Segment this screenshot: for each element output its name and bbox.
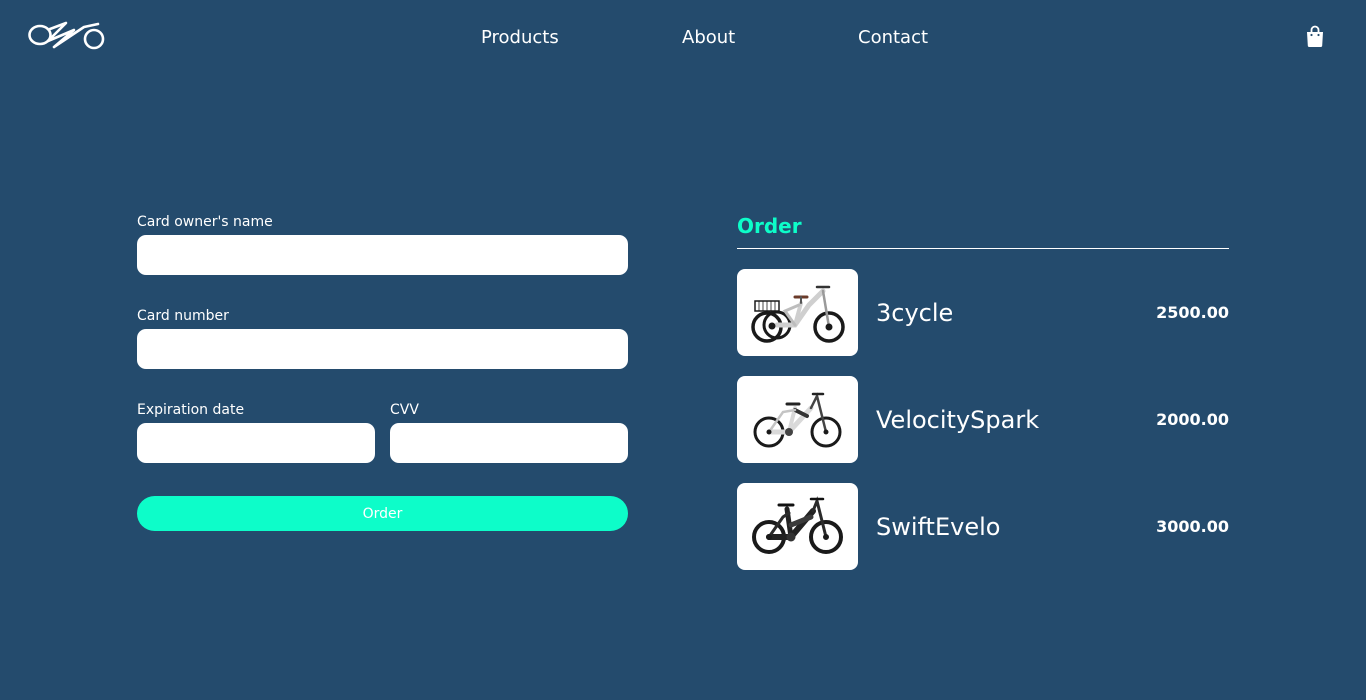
shopping-bag-icon[interactable]	[1305, 25, 1325, 47]
item-price: 2000.00	[1156, 410, 1229, 429]
expiration-date-input[interactable]	[137, 423, 375, 463]
white-ebike-icon	[737, 376, 858, 463]
order-item: 3cycle 2500.00	[737, 269, 1229, 356]
item-price: 2500.00	[1156, 303, 1229, 322]
cvv-label: CVV	[390, 402, 419, 418]
bike-logo-icon[interactable]	[28, 18, 106, 52]
order-title: Order	[737, 214, 802, 238]
nav-products-link[interactable]: Products	[481, 27, 559, 49]
order-item: VelocitySpark 2000.00	[737, 376, 1229, 463]
card-number-input[interactable]	[137, 329, 628, 369]
card-owner-input[interactable]	[137, 235, 628, 275]
item-name: 3cycle	[876, 299, 954, 327]
item-price: 3000.00	[1156, 517, 1229, 536]
order-button[interactable]: Order	[137, 496, 628, 531]
cvv-input[interactable]	[390, 423, 628, 463]
order-item: SwiftEvelo 3000.00	[737, 483, 1229, 570]
expiration-date-label: Expiration date	[137, 402, 245, 418]
tricycle-icon	[737, 269, 858, 356]
black-ebike-icon	[737, 483, 858, 570]
card-number-label: Card number	[137, 308, 229, 324]
item-name: VelocitySpark	[876, 406, 1040, 434]
order-divider	[737, 248, 1229, 249]
nav-about-link[interactable]: About	[682, 27, 735, 49]
item-name: SwiftEvelo	[876, 513, 1001, 541]
nav-contact-link[interactable]: Contact	[858, 27, 928, 49]
card-owner-label: Card owner's name	[137, 214, 273, 230]
